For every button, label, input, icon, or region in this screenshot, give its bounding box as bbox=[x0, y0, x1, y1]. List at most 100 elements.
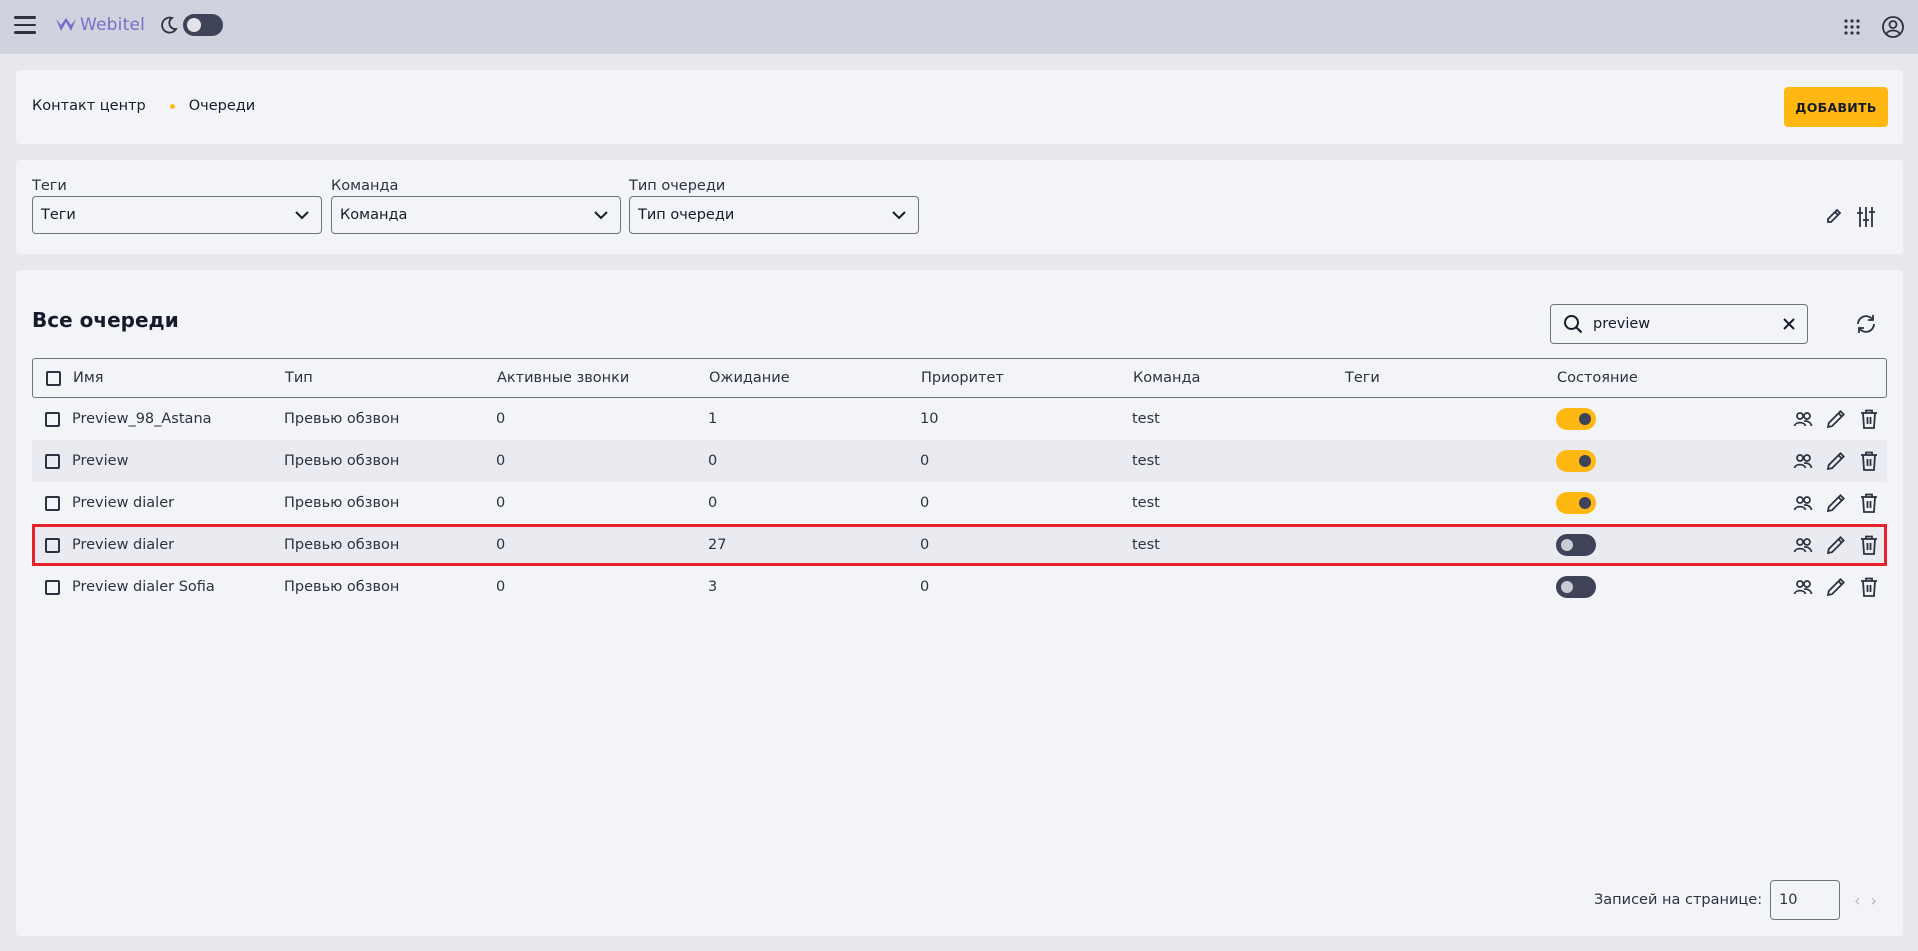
team: test bbox=[1132, 411, 1160, 427]
table-row[interactable]: Preview dialer Sofia Превью обзвон 0 3 0 bbox=[32, 566, 1887, 608]
delete-icon[interactable] bbox=[1859, 450, 1879, 472]
filter-label: Тип очереди bbox=[629, 178, 726, 194]
queue-name[interactable]: Preview dialer bbox=[72, 537, 284, 553]
state-toggle[interactable] bbox=[1556, 576, 1596, 598]
team: test bbox=[1132, 495, 1160, 511]
add-button[interactable]: ДОБАВИТЬ bbox=[1784, 87, 1888, 127]
state-toggle[interactable] bbox=[1556, 534, 1596, 556]
prev-page-icon[interactable]: ‹ bbox=[1854, 891, 1860, 910]
members-icon[interactable] bbox=[1793, 536, 1813, 554]
column-header[interactable]: Приоритет bbox=[921, 370, 1133, 386]
row-checkbox[interactable] bbox=[44, 411, 60, 427]
filter-label: Команда bbox=[331, 178, 399, 194]
row-checkbox[interactable] bbox=[44, 453, 60, 469]
column-header[interactable]: Состояние bbox=[1557, 370, 1727, 386]
team: test bbox=[1132, 453, 1160, 469]
edit-icon[interactable] bbox=[1825, 576, 1847, 598]
table-row-highlighted[interactable]: Preview dialer Превью обзвон 0 27 0 test bbox=[32, 524, 1887, 566]
priority: 0 bbox=[920, 579, 930, 595]
filter-team: Команда Команда bbox=[331, 178, 621, 234]
tags-select[interactable]: Теги bbox=[32, 196, 322, 234]
page-size-input[interactable]: 10 bbox=[1770, 880, 1841, 920]
search-box bbox=[1550, 304, 1808, 344]
table-header: Имя Тип Активные звонки Ожидание Приорит… bbox=[32, 358, 1887, 398]
select-value: Тип очереди bbox=[638, 207, 735, 223]
queues-table: Имя Тип Активные звонки Ожидание Приорит… bbox=[32, 358, 1887, 608]
edit-icon[interactable] bbox=[1825, 450, 1847, 472]
waiting: 27 bbox=[708, 537, 727, 553]
table-row[interactable]: Preview Превью обзвон 0 0 0 test bbox=[32, 440, 1887, 482]
members-icon[interactable] bbox=[1793, 494, 1813, 512]
delete-icon[interactable] bbox=[1859, 492, 1879, 514]
delete-icon[interactable] bbox=[1859, 576, 1879, 598]
column-header[interactable]: Ожидание bbox=[709, 370, 921, 386]
members-icon[interactable] bbox=[1793, 452, 1813, 470]
active-calls: 0 bbox=[496, 453, 506, 469]
active-calls: 0 bbox=[496, 495, 506, 511]
apps-grid-icon[interactable] bbox=[1843, 18, 1861, 40]
priority: 0 bbox=[920, 453, 930, 469]
filter-settings-icon[interactable] bbox=[1856, 206, 1876, 232]
breadcrumb-current: Очереди bbox=[188, 98, 256, 114]
queue-name[interactable]: Preview bbox=[72, 453, 284, 469]
queue-name[interactable]: Preview dialer Sofia bbox=[72, 579, 284, 595]
members-icon[interactable] bbox=[1793, 410, 1813, 428]
breadcrumb-root[interactable]: Контакт центр bbox=[32, 98, 146, 114]
members-icon[interactable] bbox=[1793, 578, 1813, 596]
priority: 0 bbox=[920, 495, 930, 511]
filter-label: Теги bbox=[32, 178, 67, 194]
delete-icon[interactable] bbox=[1859, 408, 1879, 430]
search-input[interactable] bbox=[1591, 315, 1783, 333]
team-select[interactable]: Команда bbox=[331, 196, 621, 234]
edit-icon[interactable] bbox=[1825, 492, 1847, 514]
theme-toggle[interactable] bbox=[183, 14, 224, 36]
account-icon[interactable] bbox=[1881, 15, 1905, 43]
queue-type: Превью обзвон bbox=[284, 537, 400, 553]
filter-queue-type: Тип очереди Тип очереди bbox=[629, 178, 919, 234]
queues-panel: Все очереди Имя Тип Активные звонки Ожид… bbox=[16, 270, 1903, 936]
chevron-down-icon bbox=[892, 210, 906, 219]
state-toggle[interactable] bbox=[1556, 492, 1596, 514]
queue-name[interactable]: Preview_98_Astana bbox=[72, 411, 284, 427]
waiting: 3 bbox=[708, 579, 718, 595]
menu-icon[interactable] bbox=[14, 12, 40, 38]
filters-panel: Теги Теги Команда Команда Тип очереди Ти… bbox=[16, 160, 1903, 254]
queue-type: Превью обзвон bbox=[284, 495, 400, 511]
state-toggle[interactable] bbox=[1556, 450, 1596, 472]
moon-icon bbox=[159, 15, 179, 35]
pagination: Записей на странице: 10 ‹ › bbox=[1594, 880, 1877, 920]
column-header[interactable]: Команда bbox=[1133, 370, 1345, 386]
select-value: Команда bbox=[340, 207, 408, 223]
reset-filters-icon[interactable] bbox=[1824, 206, 1844, 232]
row-checkbox[interactable] bbox=[44, 537, 60, 553]
logo-text: Webitel bbox=[80, 15, 146, 35]
delete-icon[interactable] bbox=[1859, 534, 1879, 556]
table-row[interactable]: Preview dialer Превью обзвон 0 0 0 test bbox=[32, 482, 1887, 524]
priority: 10 bbox=[920, 411, 939, 427]
priority: 0 bbox=[920, 537, 930, 553]
column-header[interactable]: Активные звонки bbox=[497, 370, 709, 386]
active-calls: 0 bbox=[496, 411, 506, 427]
webitel-logo-icon bbox=[56, 18, 76, 31]
select-all-checkbox[interactable] bbox=[45, 370, 61, 386]
filter-tags: Теги Теги bbox=[32, 178, 322, 234]
queue-name[interactable]: Preview dialer bbox=[72, 495, 284, 511]
clear-search-icon[interactable] bbox=[1783, 318, 1795, 330]
page-title: Все очереди bbox=[32, 308, 179, 332]
column-header[interactable]: Тип bbox=[285, 370, 497, 386]
row-checkbox[interactable] bbox=[44, 579, 60, 595]
breadcrumb: Контакт центр Очереди bbox=[32, 98, 255, 114]
edit-icon[interactable] bbox=[1825, 534, 1847, 556]
edit-icon[interactable] bbox=[1825, 408, 1847, 430]
column-header[interactable]: Теги bbox=[1345, 370, 1557, 386]
logo[interactable]: Webitel bbox=[55, 15, 145, 35]
column-header[interactable]: Имя bbox=[73, 370, 285, 386]
row-checkbox[interactable] bbox=[44, 495, 60, 511]
queue-type-select[interactable]: Тип очереди bbox=[629, 196, 919, 234]
waiting: 0 bbox=[708, 495, 718, 511]
state-toggle[interactable] bbox=[1556, 408, 1596, 430]
refresh-icon[interactable] bbox=[1854, 312, 1878, 340]
next-page-icon[interactable]: › bbox=[1870, 891, 1876, 910]
table-row[interactable]: Preview_98_Astana Превью обзвон 0 1 10 t… bbox=[32, 398, 1887, 440]
page-size-value: 10 bbox=[1779, 892, 1798, 908]
